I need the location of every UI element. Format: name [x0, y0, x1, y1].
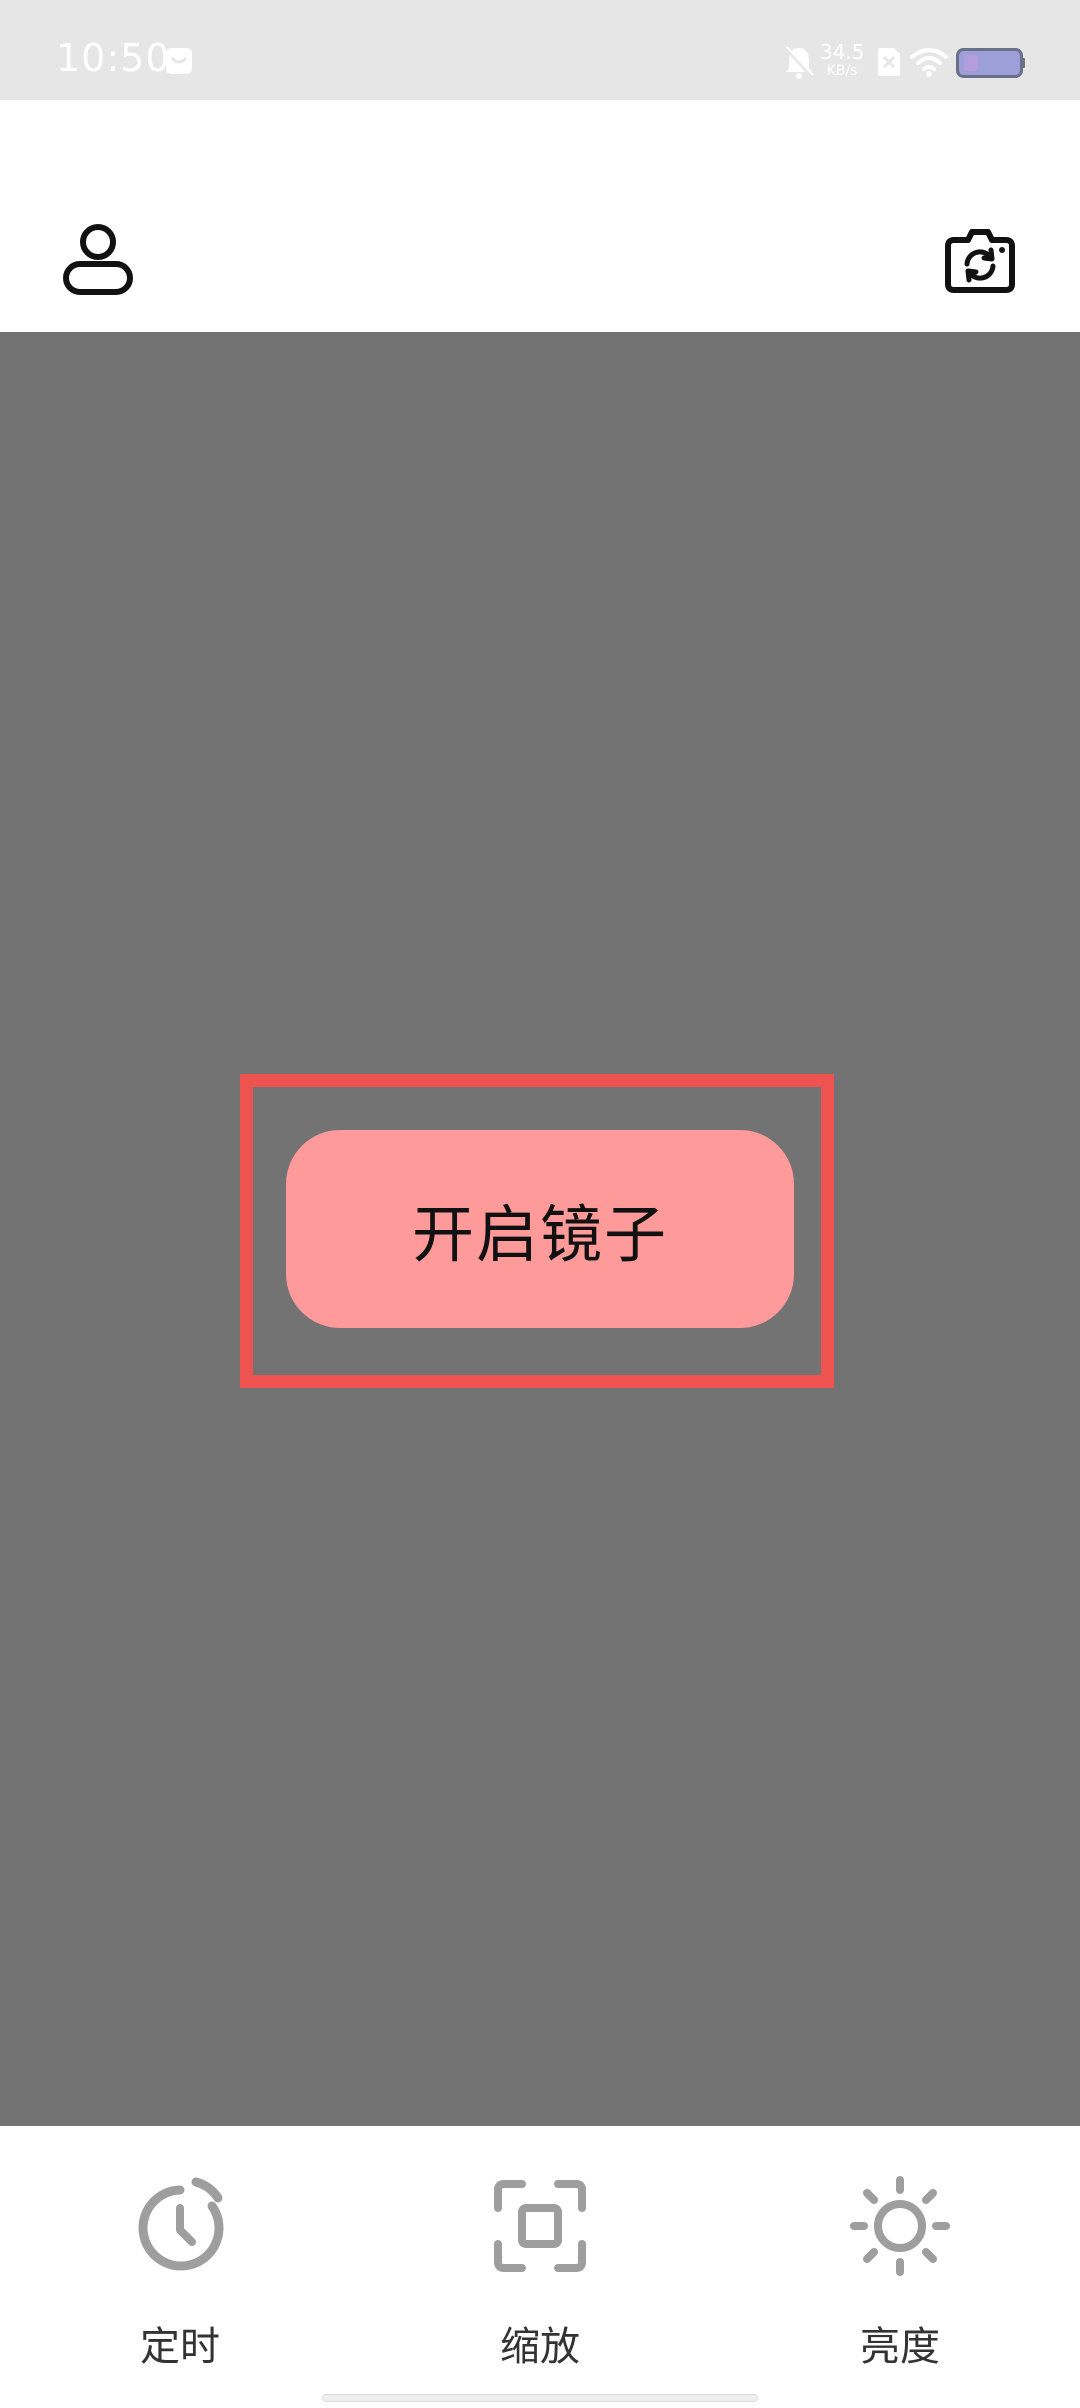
status-time: 10:50 [56, 36, 171, 80]
camera-preview: 开启镜子 [0, 332, 1080, 2126]
zoom-frame-icon [494, 2180, 586, 2272]
battery-icon [956, 48, 1025, 78]
camera-switch-icon [945, 229, 1015, 293]
wifi-icon [910, 48, 948, 77]
home-indicator[interactable] [322, 2394, 758, 2402]
sim-x-icon [878, 48, 900, 76]
brightness-tool[interactable]: 亮度 [780, 2126, 1020, 2408]
network-speed: 34.5 KB/s [820, 40, 865, 79]
mirror-app-screen: 10:50 34.5 KB/s 开启镜子 定时 缩放 亮度 [0, 0, 1080, 2408]
header [0, 100, 1080, 332]
network-speed-value: 34.5 [820, 40, 865, 64]
user-profile-button[interactable] [54, 216, 142, 304]
zoom-label: 缩放 [500, 2324, 580, 2370]
switch-camera-button[interactable] [936, 216, 1024, 304]
brightness-label: 亮度 [860, 2324, 940, 2370]
open-mirror-button[interactable]: 开启镜子 [286, 1130, 794, 1328]
timer-tool[interactable]: 定时 [60, 2126, 300, 2408]
zoom-tool[interactable]: 缩放 [420, 2126, 660, 2408]
timer-label: 定时 [140, 2324, 220, 2370]
brightness-icon [850, 2176, 950, 2276]
user-icon [63, 224, 133, 295]
bottom-toolbar: 定时 缩放 亮度 [0, 2126, 1080, 2408]
timer-icon [138, 2177, 224, 2271]
notification-box-icon [166, 48, 192, 74]
mute-bell-icon [784, 46, 814, 79]
network-speed-unit: KB/s [826, 63, 858, 79]
status-bar: 10:50 34.5 KB/s [0, 0, 1080, 100]
